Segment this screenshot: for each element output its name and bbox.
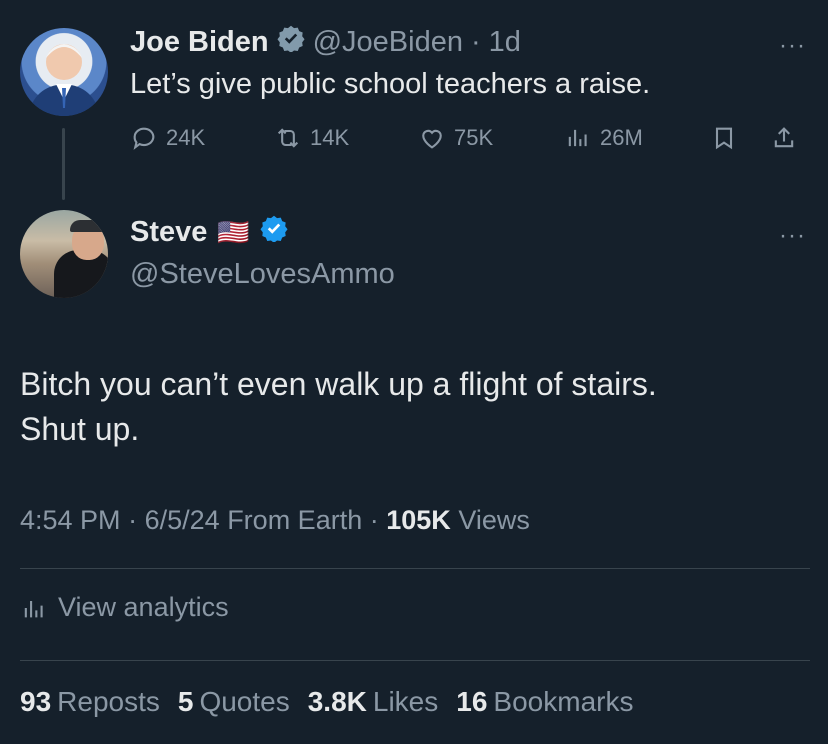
us-flag-emoji: 🇺🇸 [217, 216, 250, 247]
views-count: 105K [386, 505, 451, 535]
engagement-stats: 93 Reposts 5 Quotes 3.8K Likes 16 Bookmarks [20, 686, 633, 718]
reply-icon [133, 127, 155, 150]
reply-tweet-text: Bitch you can’t even walk up a flight of… [20, 362, 810, 452]
avatar-hat [70, 220, 106, 232]
reply-tweet-header: Steve 🇺🇸 [130, 214, 288, 250]
views-count: 26M [600, 125, 643, 150]
analytics-bars-icon [568, 129, 587, 147]
author-name[interactable]: Joe Biden [130, 26, 269, 59]
bookmarks-stat[interactable]: 16 Bookmarks [456, 686, 633, 718]
divider [20, 660, 810, 661]
reposts-count: 93 [20, 686, 52, 717]
view-analytics-label: View analytics [58, 592, 229, 622]
tweet-metadata: 4:54 PM · 6/5/24 From Earth · 105K Views [20, 505, 530, 536]
likes-stat[interactable]: 3.8K Likes [308, 686, 439, 718]
dot-separator: · [470, 25, 481, 58]
tweet-action-bar: 24K 14K 75K 26M [130, 124, 810, 152]
reply-text-line-1: Bitch you can’t even walk up a flight of… [20, 366, 657, 402]
divider [20, 568, 810, 569]
views-label: Views [458, 505, 530, 535]
tweet-date[interactable]: 6/5/24 [145, 505, 220, 535]
heart-icon [422, 129, 442, 149]
reposts-label: Reposts [57, 686, 160, 717]
quotes-label: Quotes [199, 686, 290, 717]
reposts-stat[interactable]: 93 Reposts [20, 686, 160, 718]
bookmark-button[interactable] [710, 124, 770, 152]
share-button[interactable] [770, 124, 798, 152]
likes-label: Likes [372, 686, 439, 717]
views-button[interactable]: 26M [564, 124, 710, 152]
tweet-time[interactable]: 4:54 PM [20, 505, 121, 535]
repost-count: 14K [310, 125, 350, 150]
share-icon [774, 127, 794, 148]
like-count: 75K [454, 125, 494, 150]
timestamp[interactable]: 1d [489, 26, 521, 59]
more-options-icon[interactable]: ··· [779, 222, 806, 250]
dot-separator: · [369, 505, 379, 535]
parent-tweet-text: Let’s give public school teachers a rais… [130, 68, 651, 100]
analytics-bars-icon [24, 600, 43, 617]
reply-text-line-2: Shut up. [20, 411, 140, 447]
avatar-steve[interactable] [20, 210, 108, 298]
reply-button[interactable]: 24K [130, 124, 274, 152]
author-handle[interactable]: @SteveLovesAmmo [130, 258, 395, 291]
author-handle[interactable]: @JoeBiden [313, 26, 463, 59]
verified-badge-gray-icon [277, 24, 305, 60]
repost-icon [277, 128, 299, 148]
quotes-stat[interactable]: 5 Quotes [178, 686, 290, 718]
thread-connector-line [62, 128, 65, 200]
quotes-count: 5 [177, 686, 194, 717]
view-analytics-link[interactable]: View analytics [20, 592, 229, 623]
repost-button[interactable]: 14K [274, 124, 418, 152]
bookmark-icon [715, 127, 733, 150]
parent-tweet-header: Joe Biden @JoeBiden · 1d [130, 24, 521, 60]
tweet-source: From Earth [227, 505, 363, 535]
likes-count: 3.8K [307, 686, 367, 717]
reply-count: 24K [166, 125, 206, 150]
more-options-icon[interactable]: ··· [779, 32, 806, 60]
verified-badge-blue-icon [260, 214, 288, 250]
avatar-joe-biden[interactable] [20, 28, 108, 116]
like-button[interactable]: 75K [418, 124, 564, 152]
bookmarks-label: Bookmarks [493, 686, 634, 717]
bookmarks-count: 16 [456, 686, 488, 717]
dot-separator: · [128, 505, 138, 535]
author-name[interactable]: Steve [130, 216, 207, 249]
